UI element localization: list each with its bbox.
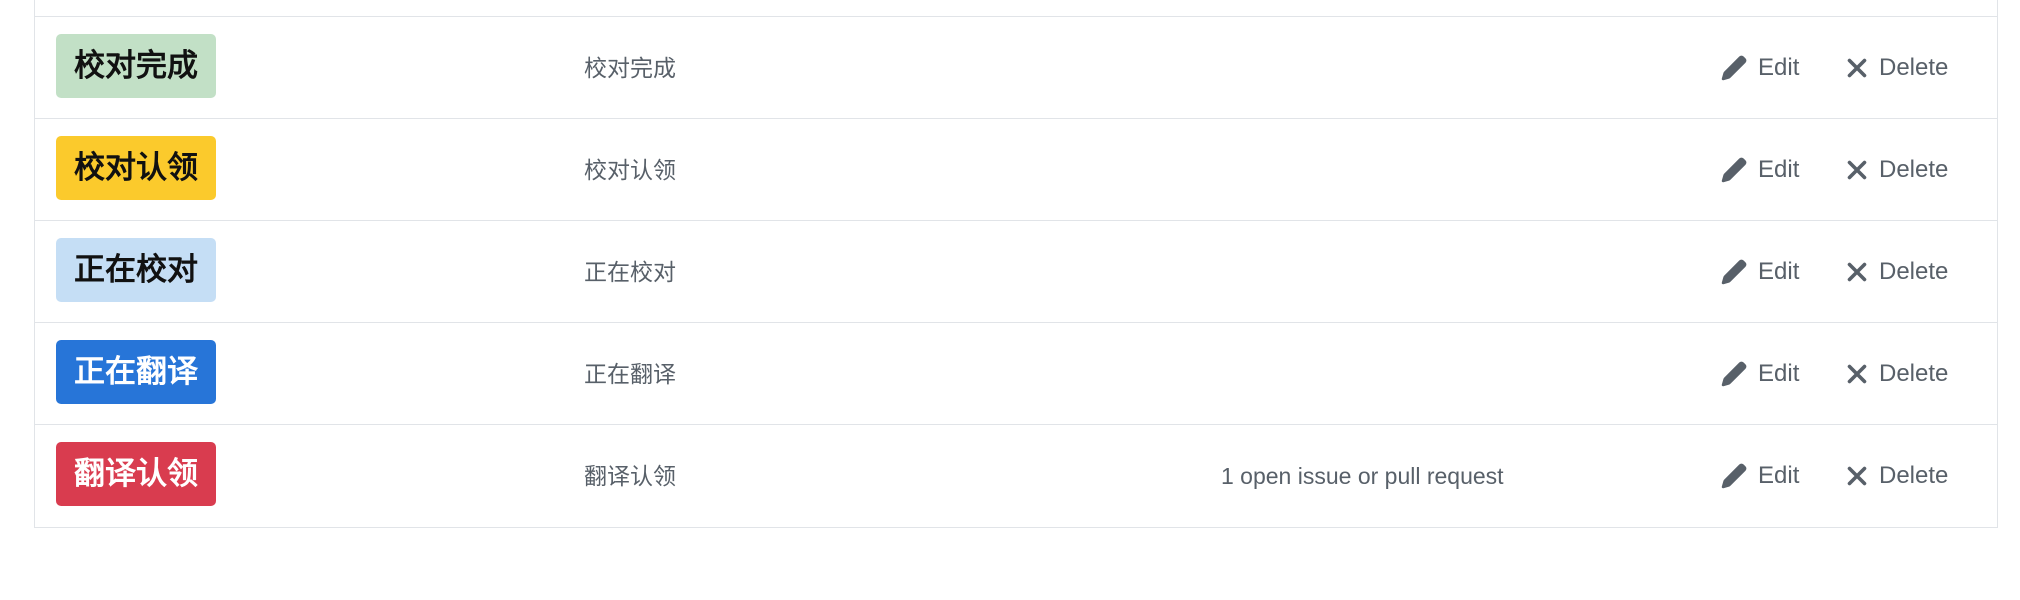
pencil-icon [1721,361,1747,387]
edit-label: Edit [1758,258,1800,285]
delete-button[interactable]: Delete [1845,17,1948,119]
pencil-icon [1721,259,1747,285]
label-issues-link[interactable]: 1 open issue or pull request [1221,425,1504,527]
label-description: 正在翻译 [584,361,676,387]
edit-button[interactable]: Edit [1720,425,1799,527]
x-icon [1847,58,1867,78]
x-icon [1847,364,1867,384]
list-top-divider [35,0,1997,17]
x-icon [1847,466,1867,486]
delete-label: Delete [1879,360,1949,387]
delete-label: Delete [1879,258,1949,285]
label-description: 正在校对 [584,259,676,285]
edit-label: Edit [1758,360,1800,387]
label-row: 翻译认领 翻译认领 1 open issue or pull request E… [35,425,1997,527]
label-badge[interactable]: 正在校对 [56,238,216,302]
label-description: 翻译认领 [584,463,676,489]
delete-label: Delete [1879,156,1949,183]
delete-button[interactable]: Delete [1845,221,1948,323]
label-badge[interactable]: 翻译认领 [56,442,216,506]
edit-label: Edit [1758,54,1800,81]
x-icon [1847,160,1867,180]
edit-button[interactable]: Edit [1720,119,1799,221]
edit-label: Edit [1758,156,1800,183]
label-row: 正在翻译 正在翻译 Edit Delete [35,323,1997,425]
label-row: 校对认领 校对认领 Edit Delete [35,119,1997,221]
x-icon [1847,262,1867,282]
edit-button[interactable]: Edit [1720,323,1799,425]
label-row: 正在校对 正在校对 Edit Delete [35,221,1997,323]
label-description: 校对认领 [584,157,676,183]
pencil-icon [1721,157,1747,183]
label-badge[interactable]: 正在翻译 [56,340,216,404]
pencil-icon [1721,463,1747,489]
pencil-icon [1721,55,1747,81]
label-description: 校对完成 [584,55,676,81]
delete-label: Delete [1879,54,1949,81]
delete-label: Delete [1879,462,1949,489]
labels-list: 校对完成 校对完成 Edit Delete 校对认领 校对认领 Edit Del… [34,0,1998,528]
label-row: 校对完成 校对完成 Edit Delete [35,17,1997,119]
delete-button[interactable]: Delete [1845,119,1948,221]
edit-button[interactable]: Edit [1720,17,1799,119]
delete-button[interactable]: Delete [1845,425,1948,527]
delete-button[interactable]: Delete [1845,323,1948,425]
label-badge[interactable]: 校对认领 [56,136,216,200]
label-badge[interactable]: 校对完成 [56,34,216,98]
edit-label: Edit [1758,462,1800,489]
edit-button[interactable]: Edit [1720,221,1799,323]
